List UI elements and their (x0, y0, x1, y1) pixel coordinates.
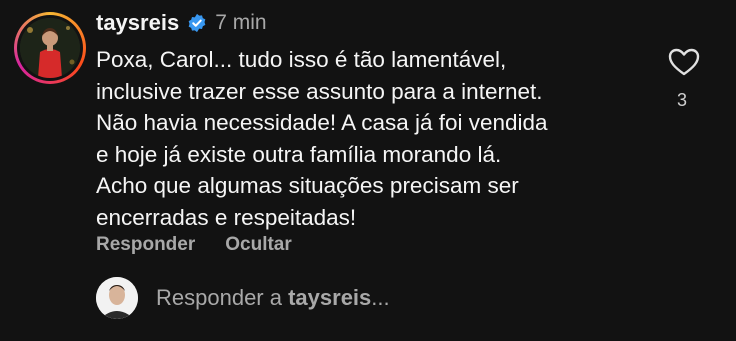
comment-header: taysreis 7 min (96, 10, 267, 36)
comment-text: Poxa, Carol... tudo isso é tão lamentáve… (96, 44, 656, 233)
reply-input[interactable]: Responder a taysreis... (156, 285, 390, 311)
comment-line: Não havia necessidade! A casa já foi ven… (96, 110, 548, 135)
reply-input-username: taysreis (288, 285, 372, 310)
current-user-avatar (96, 277, 138, 319)
commenter-avatar-ring[interactable] (14, 12, 86, 84)
comment-line: encerradas e respeitadas! (96, 204, 357, 230)
comment-line: Acho que algumas situações precisam ser (96, 173, 519, 198)
comment-timestamp: 7 min (215, 11, 267, 34)
hide-button[interactable]: Ocultar (225, 234, 292, 256)
heart-icon[interactable] (668, 48, 700, 76)
reply-input-prefix: Responder a (156, 285, 289, 310)
reply-input-suffix: ... (371, 285, 390, 310)
comment-actions: Responder Ocultar (96, 234, 292, 256)
comment-line: inclusive trazer esse assunto para a int… (96, 78, 543, 104)
reply-button[interactable]: Responder (96, 234, 195, 256)
verified-badge-icon (188, 13, 206, 33)
avatar-gap (17, 15, 83, 81)
avatar-portrait-icon (20, 18, 80, 78)
commenter-avatar (20, 18, 80, 78)
like-count: 3 (677, 90, 688, 110)
comment-line: e hoje já existe outra família morando l… (96, 141, 502, 167)
avatar-portrait-icon (96, 277, 138, 319)
comment-username[interactable]: taysreis (96, 10, 179, 36)
comment-line: Poxa, Carol... tudo isso é tão lamentáve… (96, 47, 507, 72)
